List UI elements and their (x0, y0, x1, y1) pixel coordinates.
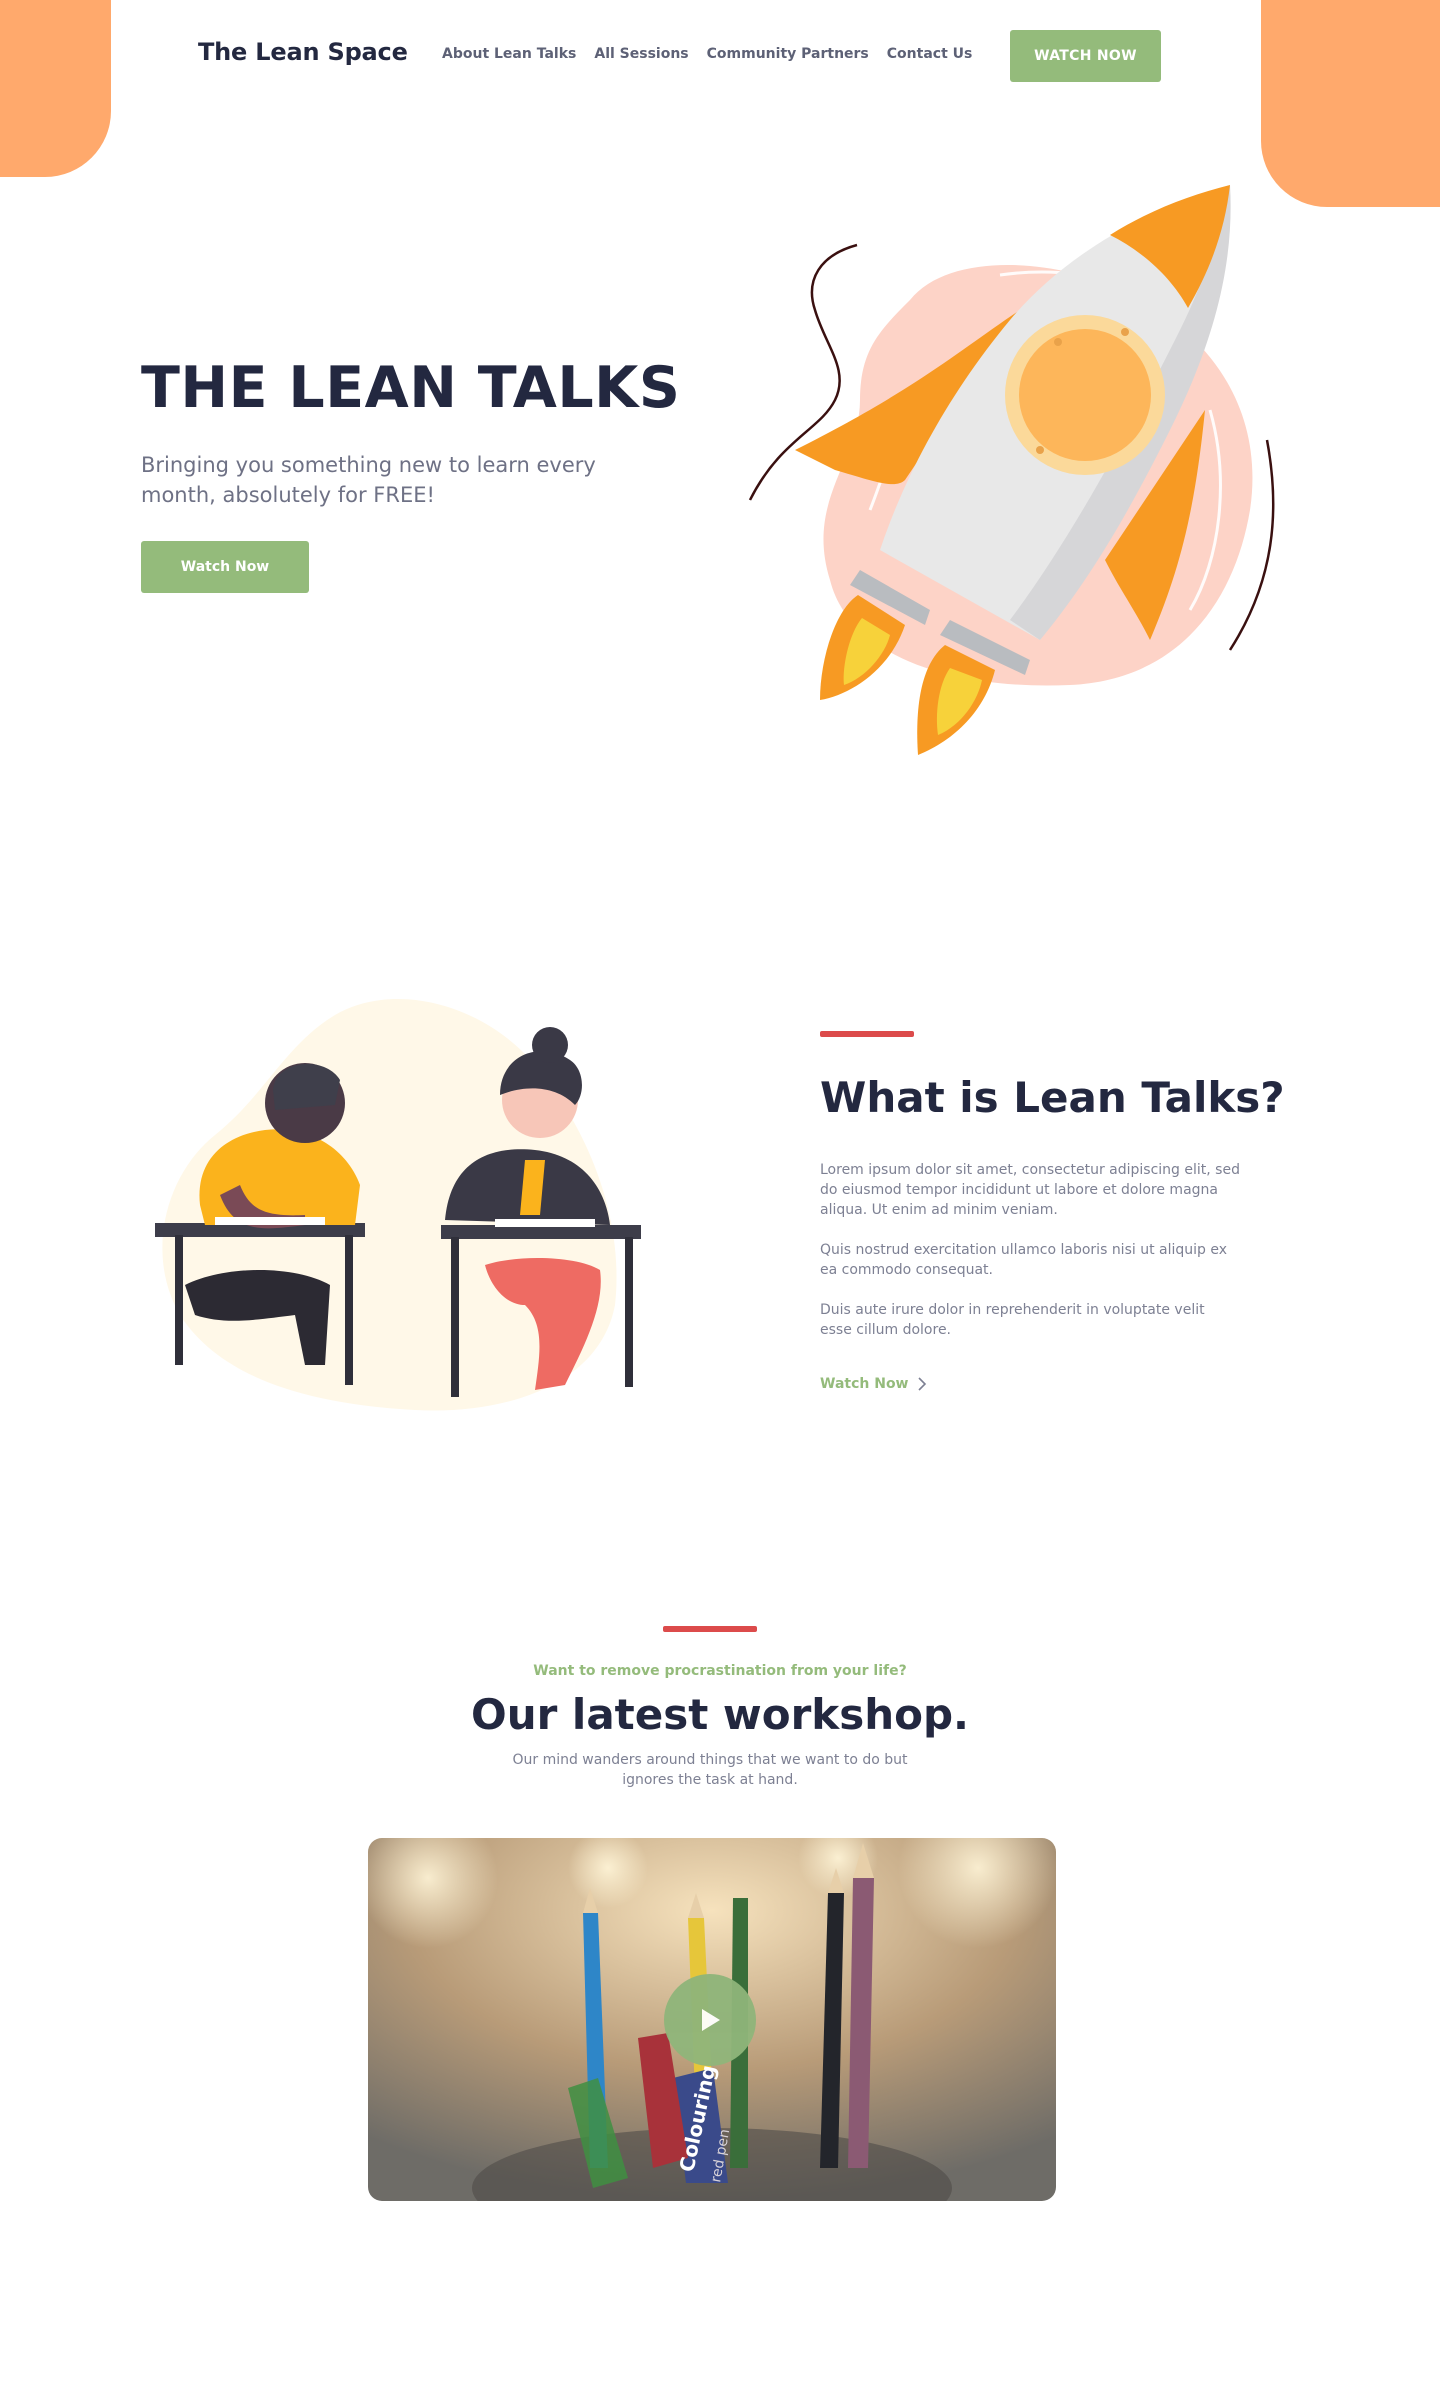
main-nav: About Lean Talks All Sessions Community … (442, 46, 990, 62)
workshop-divider (663, 1626, 757, 1632)
about-title: What is Lean Talks? (820, 1073, 1285, 1122)
hero-watch-now-button[interactable]: Watch Now (141, 541, 309, 593)
about-paragraph-1: Lorem ipsum dolor sit amet, consectetur … (820, 1162, 1240, 1218)
decor-corner-left (0, 0, 111, 177)
brand-logo[interactable]: The Lean Space (198, 38, 408, 66)
about-watch-now-link[interactable]: Watch Now (820, 1376, 927, 1392)
hero-title: THE LEAN TALKS (141, 355, 681, 421)
students-illustration (155, 999, 641, 1411)
video-play-button[interactable] (664, 1974, 756, 2066)
about-link-label: Watch Now (820, 1376, 909, 1392)
header-watch-now-button[interactable]: WATCH NOW (1010, 30, 1161, 82)
decor-corner-right (1261, 0, 1440, 207)
nav-link-sessions[interactable]: All Sessions (594, 46, 688, 62)
about-paragraph-2: Quis nostrud exercitation ullamco labori… (820, 1242, 1228, 1278)
about-divider (820, 1031, 914, 1037)
play-icon (702, 2009, 720, 2031)
about-paragraph-3: Duis aute irure dolor in reprehenderit i… (820, 1302, 1205, 1338)
nav-link-about[interactable]: About Lean Talks (442, 46, 576, 62)
rocket-illustration (748, 185, 1275, 755)
workshop-title: Our latest workshop. (470, 1690, 969, 1739)
workshop-subtitle: Our mind wanders around things that we w… (512, 1752, 908, 1788)
chevron-right-icon (917, 1377, 926, 1391)
nav-link-contact[interactable]: Contact Us (887, 46, 973, 62)
nav-link-partners[interactable]: Community Partners (707, 46, 869, 62)
hero-subtitle: Bringing you something new to learn ever… (141, 453, 596, 507)
workshop-kicker: Want to remove procrastination from your… (533, 1663, 907, 1679)
